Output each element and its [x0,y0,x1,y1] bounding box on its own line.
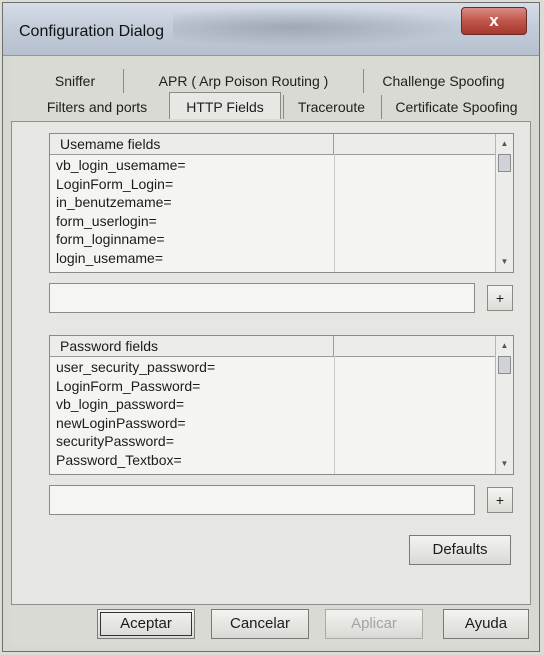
tab-certificate-spoofing[interactable]: Certificate Spoofing [381,95,531,119]
add-password-button[interactable]: + [487,487,513,513]
list-item[interactable]: newLoginPassword= [50,414,495,433]
list-item[interactable]: Password_Textbox= [50,451,495,470]
list-item[interactable]: form_loginname= [50,230,495,249]
password-entry-field[interactable] [49,485,475,515]
scroll-up-arrow-icon[interactable]: ▲ [496,136,513,152]
apply-button[interactable]: Aplicar [325,609,423,639]
password-column-header-empty[interactable] [334,336,495,356]
tab-sniffer[interactable]: Sniffer [27,69,123,93]
list-item[interactable]: securityPassword= [50,432,495,451]
password-column-header[interactable]: Password fields [50,336,334,356]
add-username-button[interactable]: + [487,285,513,311]
username-list-header: Usemame fields [50,134,495,155]
username-rows: vb_login_usemame= LoginForm_Login= in_be… [50,156,495,272]
list-item[interactable]: form_userlogin= [50,212,495,231]
scroll-down-arrow-icon[interactable]: ▼ [496,456,513,472]
configuration-dialog: Configuration Dialog x Sniffer APR ( Arp… [2,2,540,652]
scroll-thumb[interactable] [498,154,511,172]
scroll-down-arrow-icon[interactable]: ▼ [496,254,513,270]
username-fields-list[interactable]: Usemame fields vb_login_usemame= LoginFo… [49,133,514,273]
title-glass-decoration [173,7,473,47]
list-item[interactable]: login_usemame= [50,249,495,268]
list-item[interactable]: LoginForm_Password= [50,377,495,396]
password-rows: user_security_password= LoginForm_Passwo… [50,358,495,474]
scroll-thumb[interactable] [498,356,511,374]
cancel-button[interactable]: Cancelar [211,609,309,639]
defaults-button[interactable]: Defaults [409,535,511,565]
password-list-header: Password fields [50,336,495,357]
password-fields-list[interactable]: Password fields user_security_password= … [49,335,514,475]
tab-http-fields[interactable]: HTTP Fields [169,92,281,119]
dialog-client-area: Sniffer APR ( Arp Poison Routing ) Chall… [11,57,531,645]
list-item[interactable]: user_security_password= [50,358,495,377]
scroll-up-arrow-icon[interactable]: ▲ [496,338,513,354]
title-bar[interactable]: Configuration Dialog x [3,3,539,56]
password-scrollbar[interactable]: ▲ ▼ [495,336,513,474]
list-item[interactable]: vb_login_password= [50,395,495,414]
list-item[interactable]: in_benutzemame= [50,193,495,212]
username-entry-field[interactable] [49,283,475,313]
close-button[interactable]: x [461,7,527,35]
window-title: Configuration Dialog [19,23,164,40]
list-item[interactable]: LoginForm_Login= [50,175,495,194]
accept-button[interactable]: Aceptar [97,609,195,639]
tab-challenge-spoofing[interactable]: Challenge Spoofing [363,69,523,93]
list-item[interactable]: vb_login_usemame= [50,156,495,175]
username-column-header[interactable]: Usemame fields [50,134,334,154]
tab-apr[interactable]: APR ( Arp Poison Routing ) [123,69,363,93]
username-scrollbar[interactable]: ▲ ▼ [495,134,513,272]
tab-filters-and-ports[interactable]: Filters and ports [27,95,167,119]
username-column-header-empty[interactable] [334,134,495,154]
tab-row-front: Filters and ports HTTP Fields Traceroute… [25,92,531,121]
tab-traceroute[interactable]: Traceroute [283,95,379,119]
help-button[interactable]: Ayuda [443,609,529,639]
